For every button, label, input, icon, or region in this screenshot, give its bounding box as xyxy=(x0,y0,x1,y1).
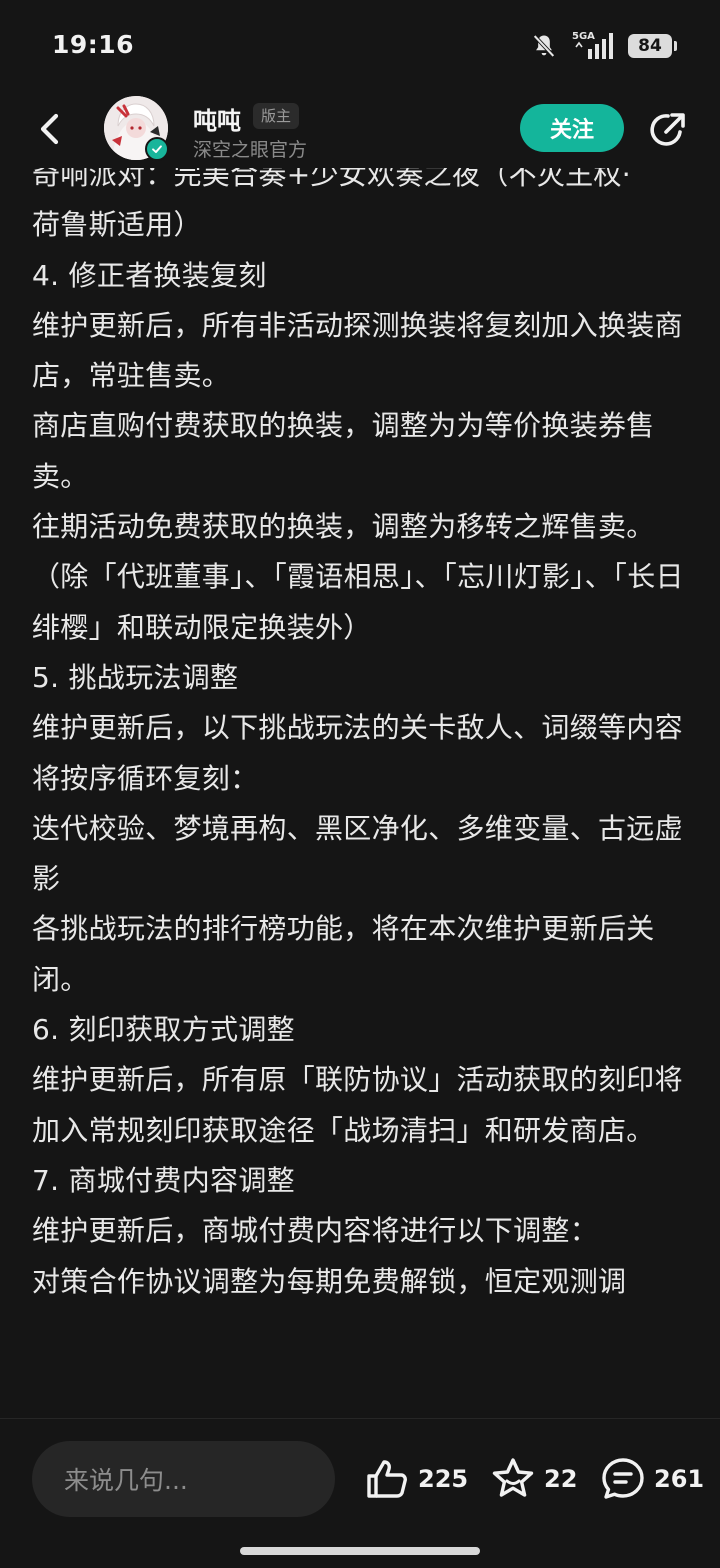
paragraph: 商店直购付费获取的换装，调整为为等价换装券售卖。 xyxy=(32,409,655,493)
home-indicator[interactable] xyxy=(240,1547,480,1555)
paragraph: （除「代班董事」、「霞语相思」、「忘川灯影」、「长日绯樱」和联动限定换装外） xyxy=(32,560,684,644)
star-icon xyxy=(492,1458,534,1497)
paragraph: 各挑战玩法的排行榜功能，将在本次维护更新后关闭。 xyxy=(32,912,655,996)
back-arrow-icon[interactable] xyxy=(30,108,72,150)
paragraph: 维护更新后，以下挑战玩法的关卡敌人、词缀等内容将按序循环复刻： xyxy=(32,711,683,795)
role-badge: 版主 xyxy=(253,103,300,129)
bottom-action-bar: 来说几句... 225 22 261 xyxy=(0,1418,720,1568)
bell-off-icon xyxy=(533,34,555,58)
paragraph: 维护更新后，所有非活动探测换装将复刻加入换装商店，常驻售卖。 xyxy=(32,308,683,393)
paragraph: 维护更新后，所有原「联防协议」活动获取的刻印将加入常规刻印获取途径「战场清扫」和… xyxy=(32,1063,683,1147)
comment-bubble-icon xyxy=(602,1458,644,1499)
comment-input[interactable]: 来说几句... xyxy=(32,1441,335,1517)
follow-button[interactable]: 关注 xyxy=(520,104,624,152)
post-content: 奇响派对：完美合奏+少女欢奏之夜（不灭王权· 荷鲁斯适用） 4. 修正者换装复刻… xyxy=(32,168,692,1418)
section-heading: 5. 挑战玩法调整 xyxy=(32,660,239,694)
author-name[interactable]: 吨吨 xyxy=(193,101,241,136)
status-time: 19:16 xyxy=(52,30,135,59)
section-heading: 7. 商城付费内容调整 xyxy=(32,1163,295,1197)
like-count: 225 xyxy=(418,1465,469,1493)
paragraph: 迭代校验、梦境再构、黑区净化、多维变量、古远虚影 xyxy=(32,811,683,896)
thumbs-up-icon xyxy=(367,1460,407,1498)
post-header: 吨吨 版主 深空之眼官方 关注 xyxy=(0,90,720,168)
favorite-button[interactable]: 22 xyxy=(490,1453,577,1505)
paragraph: 对策合作协议调整为每期免费解锁，恒定观测调 xyxy=(32,1264,627,1298)
status-bar: 19:16 5GA 84 xyxy=(0,0,720,90)
author-subtitle: 深空之眼官方 xyxy=(193,139,308,161)
like-button[interactable]: 225 xyxy=(364,1453,468,1505)
paragraph: 维护更新后，商城付费内容将进行以下调整： xyxy=(32,1214,599,1248)
paragraph: 荷鲁斯适用） xyxy=(32,208,202,242)
share-icon[interactable] xyxy=(646,108,690,152)
battery-icon: 84 xyxy=(628,34,677,58)
comment-button[interactable]: 261 xyxy=(600,1453,704,1505)
paragraph: 往期活动免费获取的换装，调整为移转之辉售卖。 xyxy=(32,510,655,544)
paragraph: 奇响派对：完美合奏+少女欢奏之夜（不灭王权· xyxy=(32,168,631,191)
post-body: 奇响派对：完美合奏+少女欢奏之夜（不灭王权· 荷鲁斯适用） 4. 修正者换装复刻… xyxy=(32,168,692,1307)
verified-icon xyxy=(145,137,169,161)
section-heading: 6. 刻印获取方式调整 xyxy=(32,1013,295,1047)
status-icons: 5GA 84 xyxy=(530,30,677,62)
comment-count: 261 xyxy=(654,1465,705,1493)
section-heading: 4. 修正者换装复刻 xyxy=(32,258,267,292)
favorite-count: 22 xyxy=(544,1465,578,1493)
cellular-signal-icon: 5GA xyxy=(570,31,616,61)
